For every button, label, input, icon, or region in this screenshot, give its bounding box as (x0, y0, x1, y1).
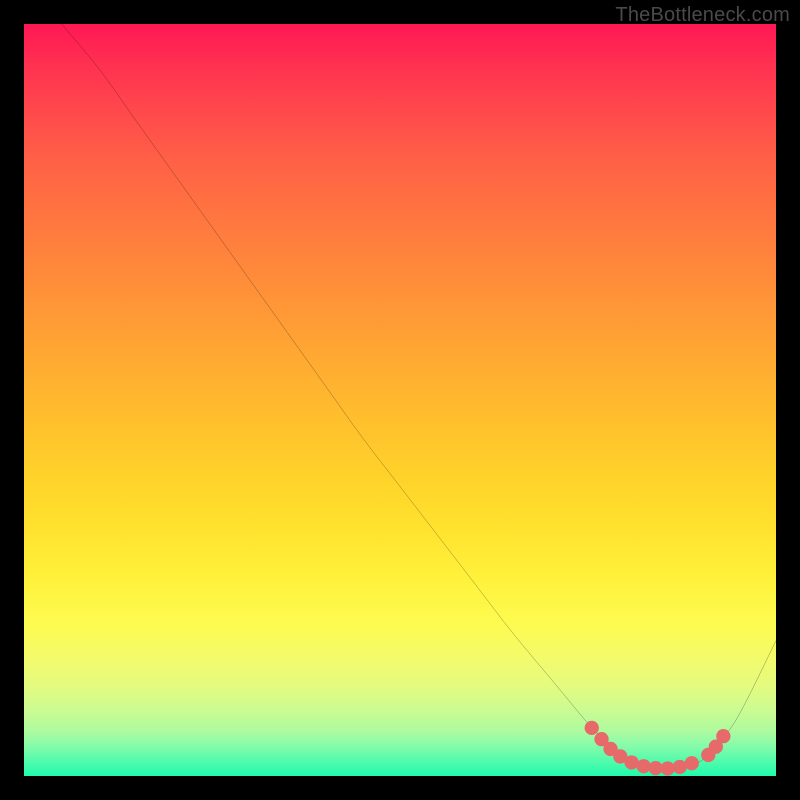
curve-group (62, 24, 776, 769)
plot-area (24, 24, 776, 776)
attribution-text: TheBottleneck.com (615, 4, 790, 27)
marker-dot (637, 759, 651, 773)
chart-frame: TheBottleneck.com (0, 0, 800, 800)
marker-dot (661, 761, 675, 775)
chart-svg (24, 24, 776, 776)
marker-dot (585, 721, 599, 735)
marker-dot (716, 729, 730, 743)
optimal-range-markers (585, 721, 731, 776)
bottleneck-curve (62, 24, 776, 769)
marker-dot (685, 756, 699, 770)
